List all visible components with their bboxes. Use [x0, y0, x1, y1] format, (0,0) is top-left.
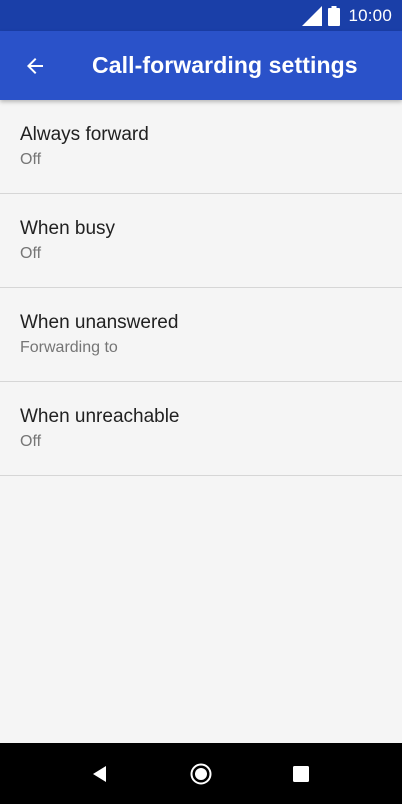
list-item-title: When busy [20, 217, 116, 239]
list-item-status: Off [20, 432, 42, 450]
page-title: Call-forwarding settings [92, 52, 358, 78]
cellular-signal-icon [302, 5, 323, 26]
list-item-title: When unreachable [20, 405, 180, 427]
status-bar: 10:00 [0, 0, 402, 31]
battery-icon [328, 5, 341, 26]
list-item-when-busy[interactable]: When busy Off [0, 194, 402, 288]
list-item-when-unanswered[interactable]: When unanswered Forwarding to [0, 288, 402, 382]
settings-list: Always forward Off When busy Off When un… [0, 100, 402, 476]
nav-recents-button[interactable] [277, 743, 325, 804]
app-bar: Call-forwarding settings [0, 31, 402, 100]
list-item-status: Off [20, 150, 42, 168]
list-item-status: Forwarding to [20, 338, 118, 356]
nav-home-button[interactable] [177, 743, 225, 804]
list-item-title: Always forward [20, 123, 149, 145]
system-nav-bar [0, 743, 402, 804]
list-item-when-unreachable[interactable]: When unreachable Off [0, 382, 402, 476]
back-button[interactable] [17, 48, 53, 84]
nav-recents-square-icon [293, 765, 309, 782]
arrow-left-icon [27, 57, 43, 74]
list-item-title: When unanswered [20, 311, 179, 333]
nav-back-triangle-icon [93, 765, 106, 782]
nav-back-button[interactable] [76, 743, 124, 804]
nav-home-circle-icon [190, 763, 212, 784]
list-item-status: Off [20, 244, 42, 262]
status-time: 10:00 [348, 5, 392, 25]
list-item-always-forward[interactable]: Always forward Off [0, 100, 402, 194]
